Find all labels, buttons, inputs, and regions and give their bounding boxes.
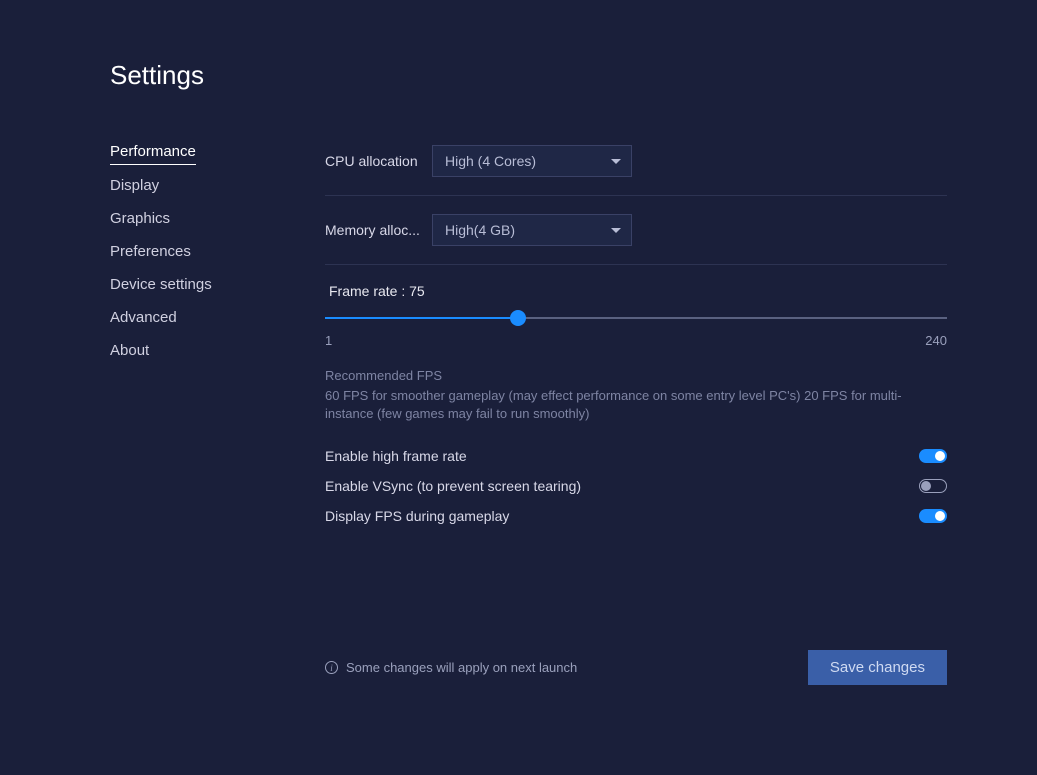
recommended-fps-title: Recommended FPS [325,368,947,383]
enable-vsync-toggle[interactable] [919,479,947,493]
sidebar-item-preferences[interactable]: Preferences [110,235,191,268]
cpu-allocation-value: High (4 Cores) [445,153,536,169]
chevron-down-icon [611,228,621,233]
enable-high-frame-rate-label: Enable high frame rate [325,448,467,464]
sidebar: Performance Display Graphics Preferences… [110,135,310,531]
enable-high-frame-rate-toggle[interactable] [919,449,947,463]
main-panel: CPU allocation High (4 Cores) Memory all… [310,135,1037,531]
sidebar-item-device-settings[interactable]: Device settings [110,268,212,301]
sidebar-item-performance[interactable]: Performance [110,135,196,165]
frame-rate-max: 240 [925,333,947,348]
frame-rate-min: 1 [325,333,332,348]
page-title: Settings [110,60,1037,91]
frame-rate-slider[interactable] [325,309,947,329]
memory-allocation-value: High(4 GB) [445,222,515,238]
display-fps-label: Display FPS during gameplay [325,508,509,524]
memory-allocation-label: Memory alloc... [325,222,432,238]
sidebar-item-about[interactable]: About [110,334,149,367]
recommended-fps-text: 60 FPS for smoother gameplay (may effect… [325,387,947,423]
save-changes-button[interactable]: Save changes [808,650,947,685]
footer-note: i Some changes will apply on next launch [325,660,577,675]
slider-thumb[interactable] [510,310,526,326]
cpu-allocation-label: CPU allocation [325,153,432,169]
chevron-down-icon [611,159,621,164]
slider-fill [325,317,518,319]
sidebar-item-advanced[interactable]: Advanced [110,301,177,334]
memory-allocation-dropdown[interactable]: High(4 GB) [432,214,632,246]
cpu-allocation-dropdown[interactable]: High (4 Cores) [432,145,632,177]
sidebar-item-graphics[interactable]: Graphics [110,202,170,235]
info-icon: i [325,661,338,674]
sidebar-item-display[interactable]: Display [110,169,159,202]
display-fps-toggle[interactable] [919,509,947,523]
frame-rate-label: Frame rate : 75 [325,283,947,299]
enable-vsync-label: Enable VSync (to prevent screen tearing) [325,478,581,494]
